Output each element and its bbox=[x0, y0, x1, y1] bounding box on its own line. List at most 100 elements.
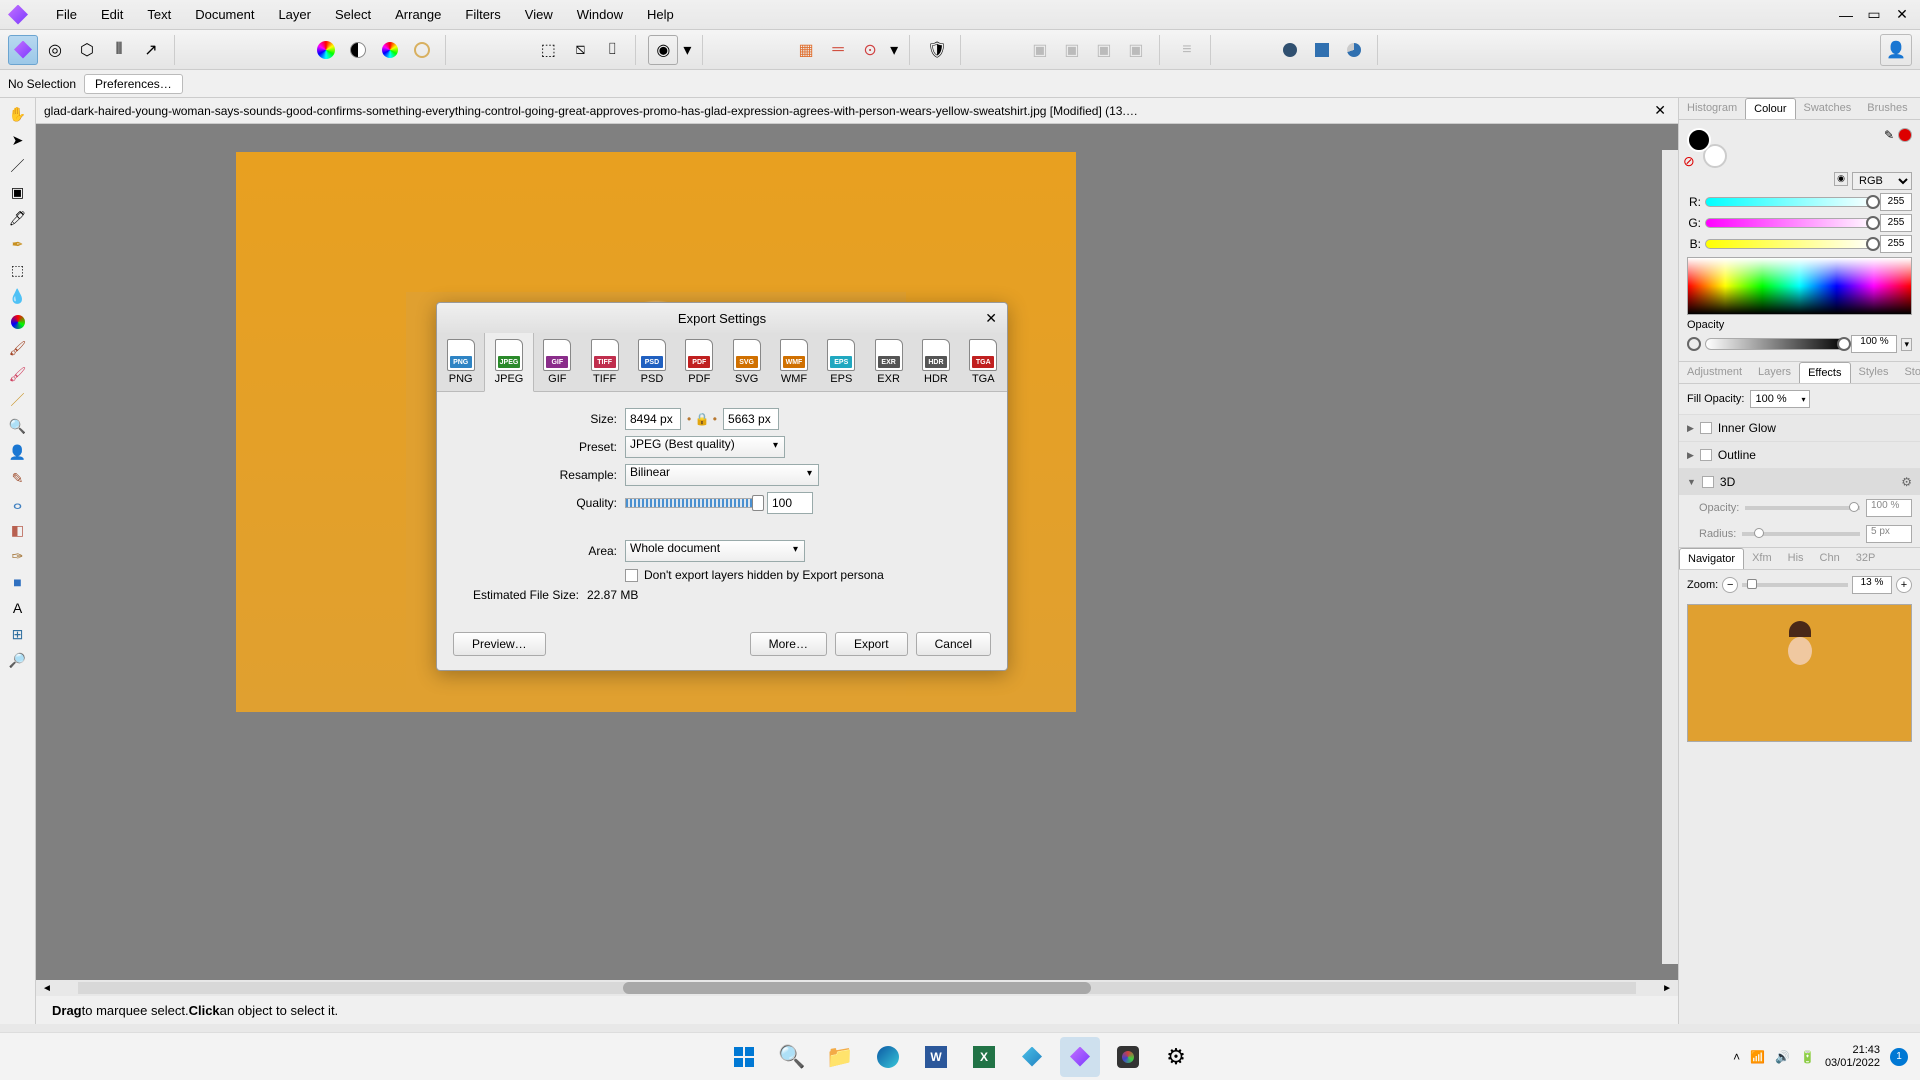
preview-button[interactable]: Preview… bbox=[453, 632, 546, 656]
dont-export-checkbox[interactable] bbox=[625, 569, 638, 582]
menu-layer[interactable]: Layer bbox=[266, 3, 323, 26]
menu-filters[interactable]: Filters bbox=[453, 3, 512, 26]
fill-tool-icon[interactable]: 💧 bbox=[4, 284, 32, 308]
tab-xfm[interactable]: Xfm bbox=[1744, 548, 1780, 569]
tab-styles[interactable]: Styles bbox=[1851, 362, 1897, 383]
affinity-photo-icon[interactable] bbox=[1012, 1037, 1052, 1077]
excel-icon[interactable]: X bbox=[964, 1037, 1004, 1077]
3d-opacity-slider[interactable] bbox=[1745, 506, 1860, 510]
menu-file[interactable]: File bbox=[44, 3, 89, 26]
tray-chevron-icon[interactable]: ˄ bbox=[1733, 1050, 1740, 1064]
zoom-in-button[interactable]: + bbox=[1896, 577, 1912, 593]
opacity-slider[interactable] bbox=[1705, 338, 1847, 350]
marquee-tool-icon[interactable]: ⬚ bbox=[4, 258, 32, 282]
tab-stock[interactable]: Stock bbox=[1896, 362, 1920, 383]
resample-select[interactable]: Bilinear bbox=[625, 464, 819, 486]
tab-colour[interactable]: Colour bbox=[1745, 98, 1795, 119]
zoom-out-button[interactable]: − bbox=[1722, 577, 1738, 593]
g-value[interactable]: 255 bbox=[1880, 214, 1912, 232]
volume-icon[interactable]: 🔊 bbox=[1775, 1050, 1790, 1064]
sponge-tool-icon[interactable]: ／ bbox=[4, 388, 32, 412]
format-tab-gif[interactable]: GIFGIF bbox=[534, 333, 581, 391]
explorer-icon[interactable]: 📁 bbox=[820, 1037, 860, 1077]
size-height-input[interactable] bbox=[723, 408, 779, 430]
g-slider[interactable] bbox=[1705, 218, 1876, 228]
resolve-icon[interactable] bbox=[1108, 1037, 1148, 1077]
effect-gear-icon[interactable]: ⚙ bbox=[1901, 475, 1912, 489]
r-slider[interactable] bbox=[1705, 197, 1876, 207]
menu-arrange[interactable]: Arrange bbox=[383, 3, 453, 26]
tab-swatches[interactable]: Swatches bbox=[1796, 98, 1860, 119]
format-tab-psd[interactable]: PSDPSD bbox=[628, 333, 675, 391]
photo-persona-icon[interactable] bbox=[8, 35, 38, 65]
menu-select[interactable]: Select bbox=[323, 3, 383, 26]
zoom-slider[interactable] bbox=[1742, 583, 1848, 587]
format-tab-wmf[interactable]: WMFWMF bbox=[770, 333, 817, 391]
zoom-tool-icon[interactable]: 🔎 bbox=[4, 648, 32, 672]
format-tab-hdr[interactable]: HDRHDR bbox=[912, 333, 959, 391]
quicklook-icon[interactable]: ◉ bbox=[648, 35, 678, 65]
tab-adjustment[interactable]: Adjustment bbox=[1679, 362, 1750, 383]
format-tab-tiff[interactable]: TIFFTIFF bbox=[581, 333, 628, 391]
affinity-designer-icon[interactable] bbox=[1060, 1037, 1100, 1077]
paint-brush-icon[interactable]: 🖌 bbox=[4, 336, 32, 360]
color-spectrum[interactable] bbox=[1687, 257, 1912, 315]
menu-window[interactable]: Window bbox=[565, 3, 635, 26]
develop-persona-icon[interactable]: ⬡ bbox=[72, 35, 102, 65]
more-button[interactable]: More… bbox=[750, 632, 827, 656]
lut-icon[interactable] bbox=[407, 35, 437, 65]
pen-tool-icon[interactable]: ✒ bbox=[4, 232, 32, 256]
diagonal-icon[interactable]: ⧅ bbox=[565, 35, 595, 65]
contrast-icon[interactable] bbox=[343, 35, 373, 65]
cancel-button[interactable]: Cancel bbox=[916, 632, 991, 656]
word-icon[interactable]: W bbox=[916, 1037, 956, 1077]
effect-outline[interactable]: ▶Outline bbox=[1679, 441, 1920, 468]
mesh-tool-icon[interactable]: ⊞ bbox=[4, 622, 32, 646]
line-tool-icon[interactable]: ／ bbox=[4, 154, 32, 178]
file-tab[interactable]: glad-dark-haired-young-woman-says-sounds… bbox=[36, 98, 1678, 124]
align-icon[interactable]: ═ bbox=[823, 35, 853, 65]
fill-opacity-select[interactable]: 100 %▾ bbox=[1750, 390, 1810, 408]
pointer-tool-icon[interactable]: ➤ bbox=[4, 128, 32, 152]
circle-dark-icon[interactable] bbox=[1275, 35, 1305, 65]
quicklook-dropdown[interactable]: ▾ bbox=[680, 35, 694, 65]
menu-edit[interactable]: Edit bbox=[89, 3, 135, 26]
eraser-tool-icon[interactable]: ◧ bbox=[4, 518, 32, 542]
account-button[interactable]: 👤 bbox=[1880, 34, 1912, 66]
tab-histogram[interactable]: Histogram bbox=[1679, 98, 1745, 119]
tab-navigator[interactable]: Navigator bbox=[1679, 548, 1744, 569]
bracket-icon[interactable]: ⌷ bbox=[597, 35, 627, 65]
quality-slider[interactable] bbox=[625, 498, 761, 508]
format-tab-tga[interactable]: TGATGA bbox=[960, 333, 1007, 391]
arrange-back-icon[interactable]: ▣ bbox=[1025, 35, 1055, 65]
liquify-persona-icon[interactable]: ◎ bbox=[40, 35, 70, 65]
b-value[interactable]: 255 bbox=[1880, 235, 1912, 253]
vertical-scrollbar[interactable] bbox=[1662, 150, 1678, 964]
arrange-forward-icon[interactable]: ▣ bbox=[1089, 35, 1119, 65]
tab-his[interactable]: His bbox=[1780, 548, 1812, 569]
3d-radius-slider[interactable] bbox=[1742, 532, 1860, 536]
format-tab-png[interactable]: PNGPNG bbox=[437, 333, 484, 391]
healing-brush-icon[interactable]: 🖌 bbox=[4, 362, 32, 386]
tab-effects[interactable]: Effects bbox=[1799, 362, 1850, 383]
start-icon[interactable] bbox=[724, 1037, 764, 1077]
hand-tool-icon[interactable]: ✋ bbox=[4, 102, 32, 126]
navigator-preview[interactable] bbox=[1687, 604, 1912, 742]
minimize-button[interactable]: — bbox=[1836, 5, 1856, 25]
tab-chn[interactable]: Chn bbox=[1812, 548, 1848, 569]
export-persona-icon[interactable]: ↗ bbox=[136, 35, 166, 65]
marquee-icon[interactable]: ⬚ bbox=[533, 35, 563, 65]
text-tool-icon[interactable]: A bbox=[4, 596, 32, 620]
menu-view[interactable]: View bbox=[513, 3, 565, 26]
stamp-tool-icon[interactable]: 👤 bbox=[4, 440, 32, 464]
square-blue-icon[interactable] bbox=[1307, 35, 1337, 65]
color-mode-select[interactable]: RGB bbox=[1852, 172, 1912, 190]
search-icon[interactable]: 🔍 bbox=[772, 1037, 812, 1077]
align-left-icon[interactable]: ≡ bbox=[1172, 35, 1202, 65]
lock-icon[interactable]: • 🔒 • bbox=[687, 412, 717, 426]
battery-icon[interactable]: 🔋 bbox=[1800, 1050, 1815, 1064]
hsl-icon[interactable] bbox=[375, 35, 405, 65]
tone-persona-icon[interactable]: ⦀ bbox=[104, 35, 134, 65]
preferences-button[interactable]: Preferences… bbox=[84, 74, 183, 94]
file-tab-close-icon[interactable]: ✕ bbox=[1650, 102, 1670, 119]
